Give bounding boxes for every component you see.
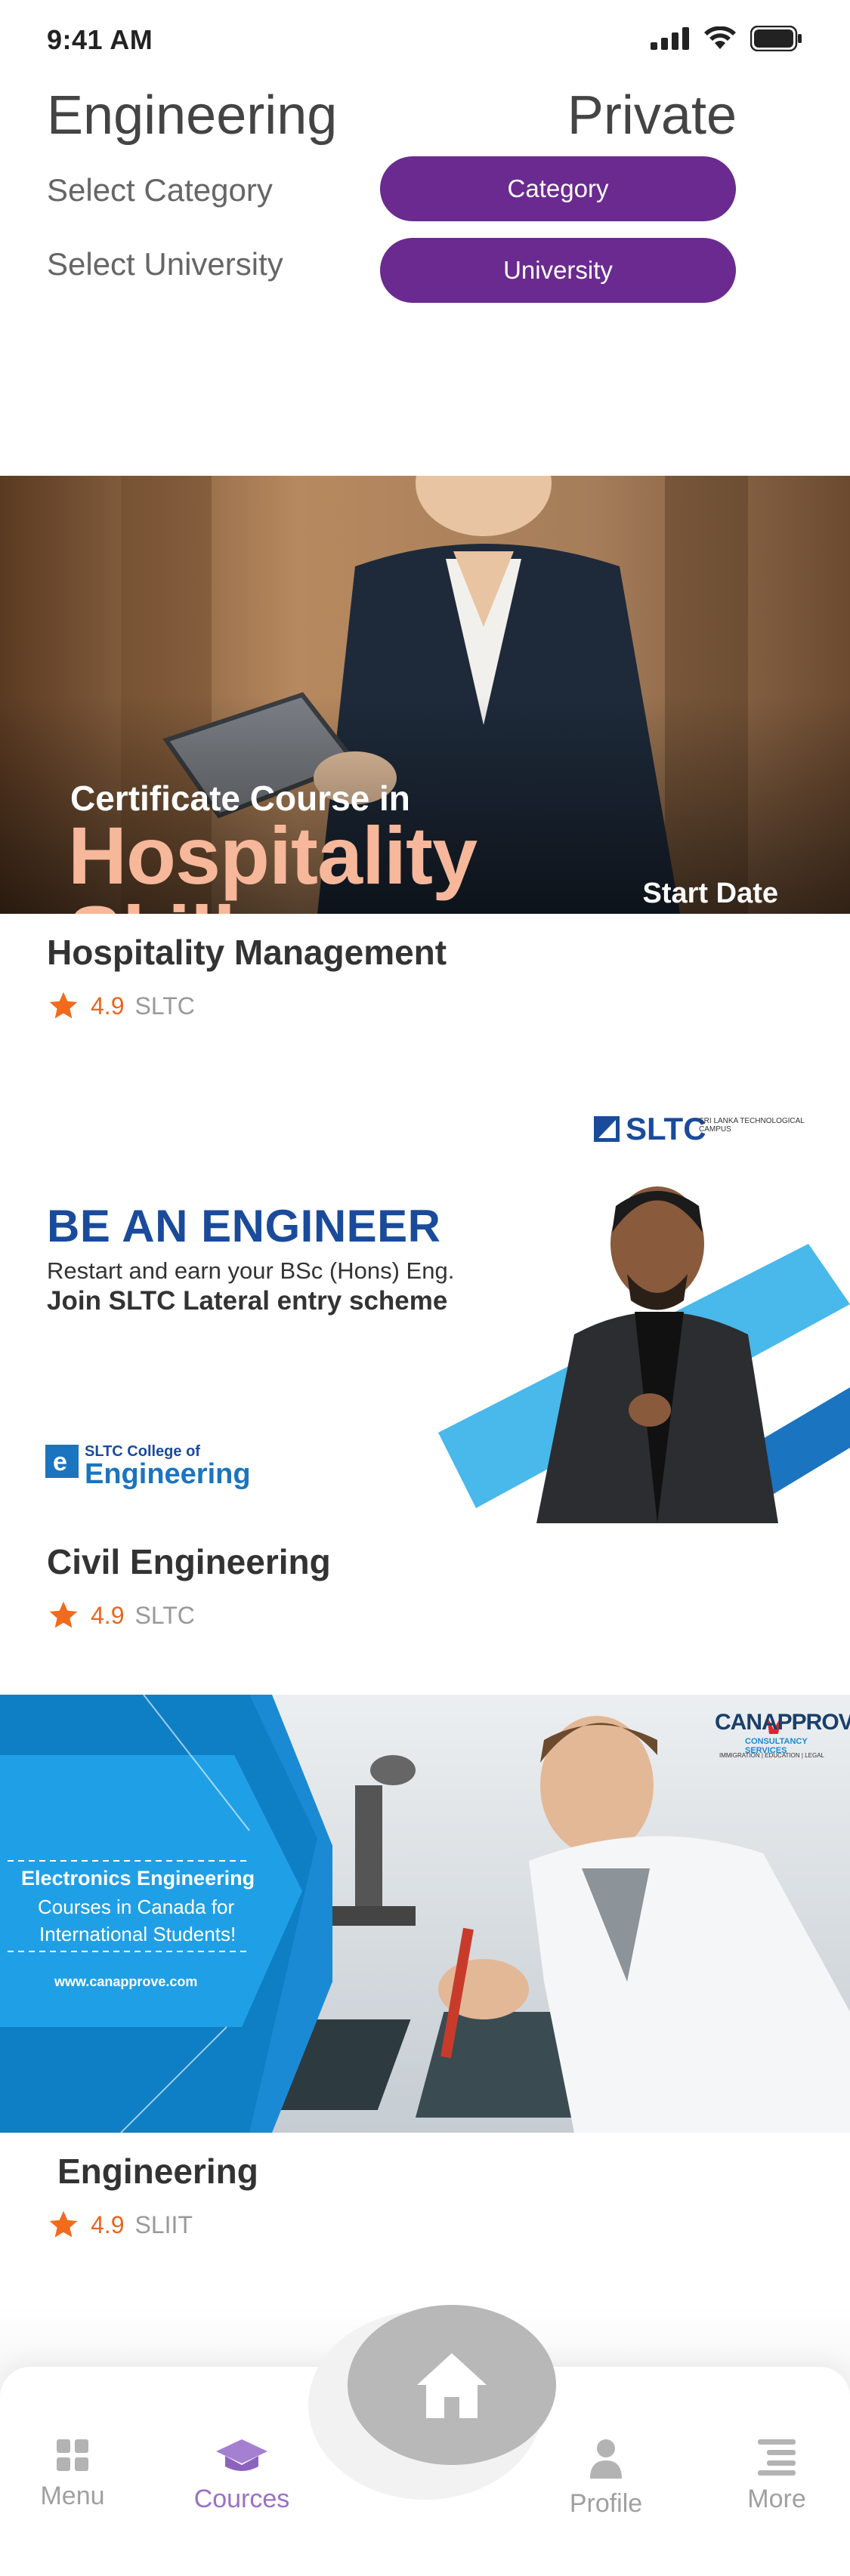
course-title: Engineering bbox=[57, 2152, 258, 2191]
star-icon bbox=[49, 2210, 78, 2238]
banner-text-line1: Electronics Engineering bbox=[21, 1867, 255, 1890]
svg-text:e: e bbox=[53, 1448, 67, 1476]
course-banner-image: Certificate Course in Hospitality Skill … bbox=[0, 476, 850, 914]
nav-more[interactable]: More bbox=[709, 2438, 845, 2514]
banner-subtitle-2: Join SLTC Lateral entry scheme bbox=[47, 1286, 448, 1316]
banner-text-line3: Skill bbox=[68, 887, 236, 914]
course-banner-image: Electronics Engineering Courses in Canad… bbox=[0, 1695, 850, 2133]
sltc-logo-text: SLTC bbox=[626, 1111, 706, 1146]
course-title: Civil Engineering bbox=[47, 1542, 331, 1581]
nav-profile-label: Profile bbox=[569, 2489, 643, 2518]
grid-icon bbox=[57, 2439, 88, 2471]
canapprove-tagline: IMMIGRATION | EDUCATION | LEGAL bbox=[719, 1752, 824, 1759]
course-university: SLIIT bbox=[134, 2210, 193, 2238]
college-name-large: Engineering bbox=[85, 1458, 251, 1490]
course-card[interactable]: Electronics Engineering Courses in Canad… bbox=[0, 1695, 850, 2269]
course-rating: 4.9 bbox=[91, 1601, 125, 1629]
star-icon bbox=[49, 1601, 78, 1628]
status-time: 9:41 AM bbox=[47, 24, 153, 55]
nav-menu[interactable]: Menu bbox=[5, 2438, 141, 2511]
list-icon bbox=[758, 2439, 796, 2476]
banner-start-date: Start Date bbox=[642, 878, 779, 909]
nav-profile[interactable]: Profile bbox=[538, 2438, 674, 2519]
category-button[interactable]: Category bbox=[380, 156, 736, 221]
home-button[interactable] bbox=[348, 2305, 556, 2465]
banner-url: www.canapprove.com bbox=[54, 1974, 198, 1989]
home-icon bbox=[417, 2353, 487, 2418]
signal-icon bbox=[651, 27, 689, 50]
course-card[interactable]: e SLTC SRI LANKA TECHNOLOGICAL CAMPUS BE… bbox=[0, 1085, 850, 1659]
page-title: Engineering bbox=[47, 85, 338, 146]
status-bar: 9:41 AM bbox=[0, 0, 850, 83]
course-rating: 4.9 bbox=[91, 2210, 125, 2238]
banner-text-line2: Courses in Canada for bbox=[38, 1896, 235, 1918]
nav-courses-label: Cources bbox=[193, 2485, 290, 2513]
canapprove-logo-text: CANAPPROVE bbox=[715, 1710, 850, 1735]
category-label: Select Category bbox=[47, 172, 273, 208]
sltc-logo-subtext: SRI LANKA TECHNOLOGICAL CAMPUS bbox=[699, 1117, 805, 1134]
wifi-icon bbox=[704, 26, 736, 49]
nav-courses[interactable]: Cources bbox=[174, 2438, 310, 2514]
course-meta: 4.9 SLTC bbox=[47, 1599, 195, 1632]
university-label: Select University bbox=[47, 246, 283, 282]
institution-type: Private bbox=[567, 85, 737, 146]
course-university: SLTC bbox=[134, 1601, 195, 1629]
star-icon bbox=[49, 992, 78, 1019]
nav-menu-label: Menu bbox=[40, 2482, 105, 2510]
banner-headline: BE AN ENGINEER bbox=[47, 1201, 441, 1251]
status-icons bbox=[651, 26, 803, 51]
nav-more-label: More bbox=[747, 2485, 806, 2513]
battery-icon bbox=[750, 26, 802, 51]
course-university: SLTC bbox=[134, 992, 195, 1020]
course-rating: 4.9 bbox=[91, 992, 125, 1020]
course-banner-image: e SLTC SRI LANKA TECHNOLOGICAL CAMPUS BE… bbox=[0, 1085, 850, 1523]
university-button[interactable]: University bbox=[380, 238, 736, 303]
course-title: Hospitality Management bbox=[47, 933, 447, 972]
banner-subtitle-1: Restart and earn your BSc (Hons) Eng. bbox=[47, 1257, 455, 1284]
course-card[interactable]: Certificate Course in Hospitality Skill … bbox=[0, 476, 850, 1050]
course-meta: 4.9 SLIIT bbox=[47, 2208, 193, 2241]
graduation-cap-icon bbox=[216, 2439, 267, 2471]
course-meta: 4.9 SLTC bbox=[47, 989, 195, 1023]
banner-text-line3: International Students! bbox=[39, 1923, 236, 1945]
person-icon bbox=[590, 2439, 622, 2479]
